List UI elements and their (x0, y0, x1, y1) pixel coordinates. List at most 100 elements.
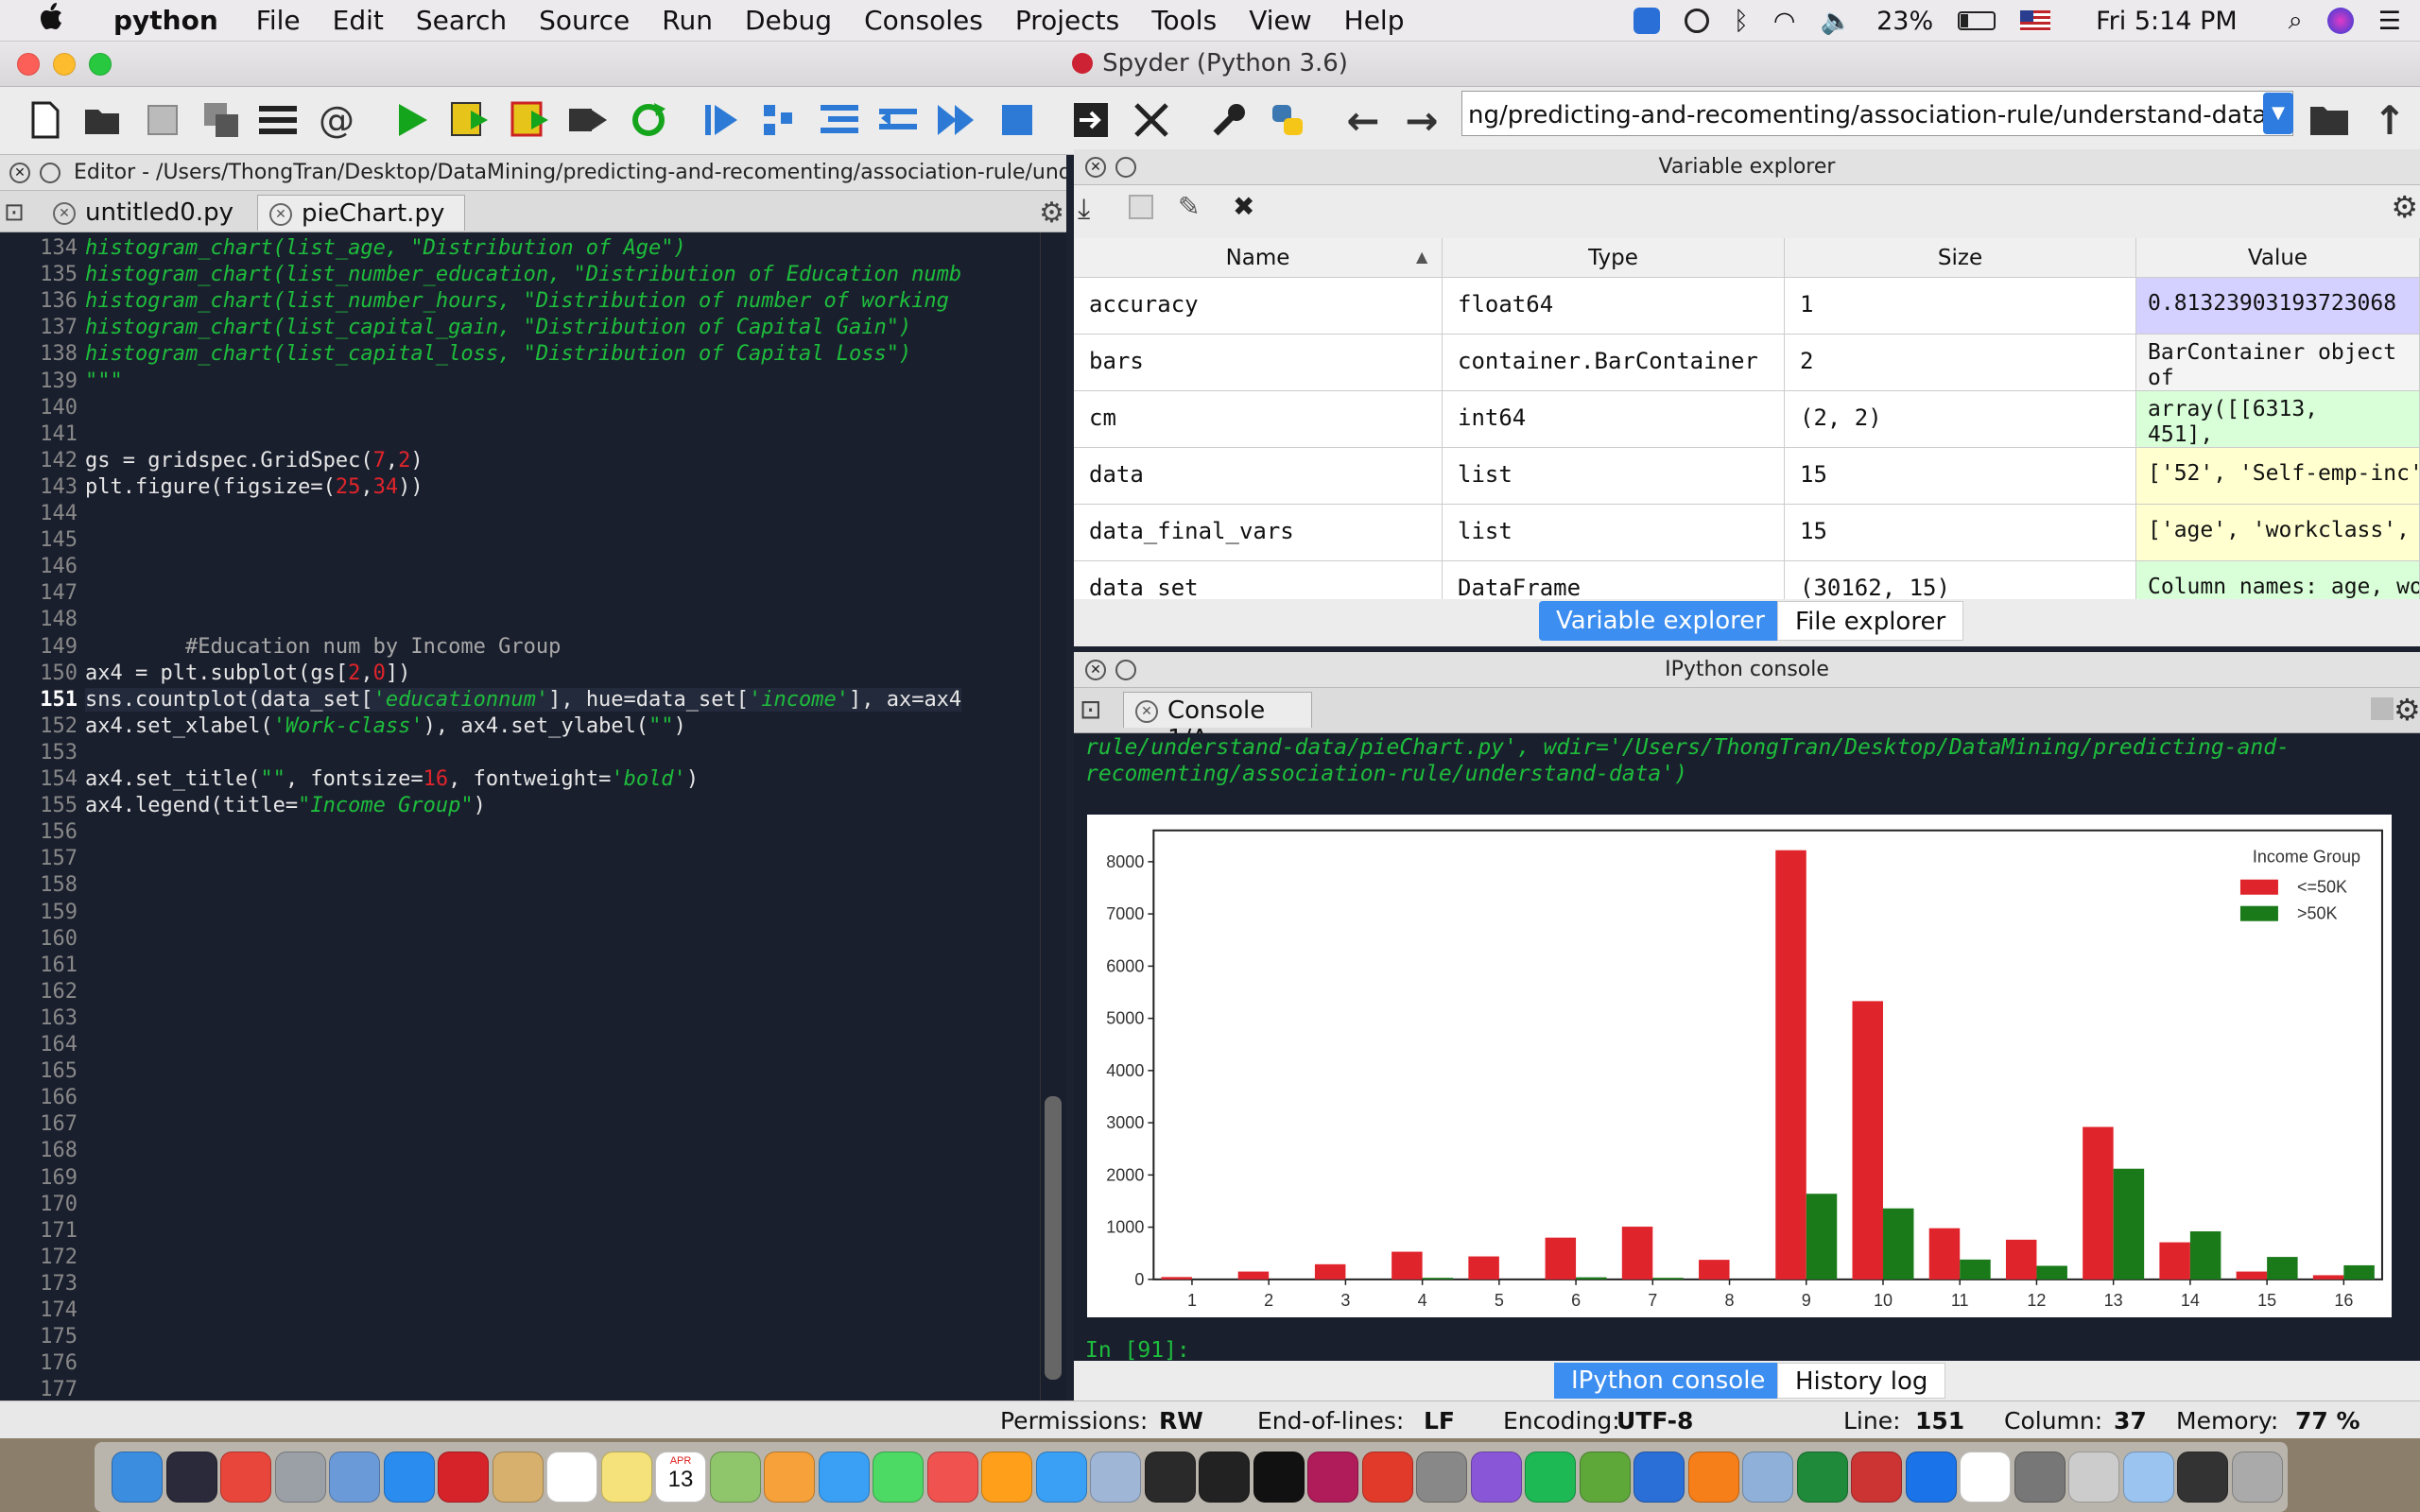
tab-file-explorer[interactable]: File explorer (1777, 601, 1964, 641)
console-options-gear-icon[interactable]: ⚙ (2394, 692, 2420, 728)
variable-name-cell[interactable]: data (1074, 448, 1443, 505)
new-file-icon[interactable] (25, 96, 66, 144)
step-icon[interactable] (758, 96, 800, 144)
run-file-icon[interactable] (391, 96, 433, 144)
clock[interactable]: Fri 5:14 PM (2096, 7, 2238, 36)
dock-app-icon[interactable] (1742, 1452, 1793, 1503)
variable-type-cell[interactable]: int64 (1443, 391, 1785, 448)
open-file-icon[interactable] (81, 96, 123, 144)
forward-arrow-icon[interactable]: → (1401, 96, 1443, 144)
browse-directory-icon[interactable] (2308, 96, 2350, 144)
find-text-icon[interactable]: @ (316, 96, 357, 144)
variable-name-cell[interactable]: data_final_vars (1074, 505, 1443, 561)
dock-app-icon[interactable] (1144, 1452, 1196, 1503)
code-line[interactable]: plt.figure(figsize=(25,34)) (85, 475, 424, 499)
variable-size-cell[interactable]: 15 (1785, 505, 2136, 561)
close-tab-icon[interactable]: ✕ (269, 203, 292, 226)
menu-help[interactable]: Help (1344, 5, 1405, 36)
step-into-icon[interactable] (819, 96, 860, 144)
variable-value-cell[interactable]: Column names: age, workclass,… (2136, 561, 2420, 599)
debug-icon[interactable] (700, 96, 741, 144)
menu-edit[interactable]: Edit (333, 5, 384, 36)
preferences-wrench-icon[interactable] (1208, 96, 1250, 144)
dock-app-icon[interactable] (438, 1452, 489, 1503)
fullscreen-icon[interactable] (1131, 96, 1172, 144)
variable-type-cell[interactable]: container.BarContainer (1443, 335, 1785, 391)
dock-app-icon[interactable] (1307, 1452, 1358, 1503)
parent-directory-icon[interactable]: ↑ (2369, 96, 2411, 144)
dock-app-icon[interactable] (764, 1452, 815, 1503)
variable-value-cell[interactable]: BarContainer object of matplotlib.contai… (2136, 335, 2420, 391)
menu-projects[interactable]: Projects (1015, 5, 1119, 36)
dock-app-icon[interactable] (600, 1452, 652, 1503)
stop-debug-icon[interactable] (996, 96, 1038, 144)
menu-debug[interactable]: Debug (745, 5, 832, 36)
undock-pane-icon[interactable] (40, 163, 60, 183)
dock-app-icon[interactable] (1851, 1452, 1902, 1503)
console-prompt[interactable]: In [91]: (1085, 1338, 1190, 1361)
us-flag-icon[interactable] (2020, 10, 2051, 31)
code-line[interactable]: #Education num by Income Group (85, 635, 561, 659)
dock-app-icon[interactable] (1525, 1452, 1576, 1503)
tab-piechart[interactable]: ✕ pieChart.py (257, 195, 465, 231)
variable-size-cell[interactable]: (30162, 15) (1785, 561, 2136, 599)
siri-icon[interactable] (2326, 8, 2354, 34)
dock-app-icon[interactable] (546, 1452, 597, 1503)
dock-app-icon[interactable] (1253, 1452, 1305, 1503)
close-pane-icon[interactable]: ✕ (9, 163, 30, 183)
options-gear-icon[interactable]: ⚙ (2391, 189, 2418, 225)
run-cell-icon[interactable] (450, 96, 492, 144)
dock-app-icon[interactable] (2177, 1452, 2228, 1503)
dock-app-icon[interactable] (2068, 1452, 2119, 1503)
dock-app-icon[interactable] (1090, 1452, 1141, 1503)
dock-app-icon[interactable] (1416, 1452, 1467, 1503)
interrupt-kernel-icon[interactable] (2371, 697, 2394, 720)
notification-center-icon[interactable]: ☰ (2378, 7, 2401, 36)
column-header[interactable]: Value (2136, 238, 2420, 278)
dock-app-icon[interactable] (1960, 1452, 2011, 1503)
code-line[interactable]: histogram_chart(list_capital_gain, "Dist… (85, 316, 911, 339)
tab-variable-explorer[interactable]: Variable explorer (1539, 601, 1782, 641)
close-pane-icon[interactable]: ✕ (1085, 157, 1106, 178)
variable-name-cell[interactable]: cm (1074, 391, 1443, 448)
save-data-as-icon[interactable]: ✎ (1178, 191, 1200, 222)
menu-view[interactable]: View (1249, 5, 1311, 36)
rerun-icon[interactable] (628, 96, 669, 144)
dock-app-icon[interactable] (1634, 1452, 1685, 1503)
undock-pane-icon[interactable] (1115, 660, 1136, 680)
code-line[interactable]: """ (85, 369, 123, 393)
save-all-icon[interactable] (200, 96, 242, 144)
teamviewer-icon[interactable] (1633, 8, 1660, 34)
continue-icon[interactable] (936, 96, 977, 144)
close-tab-icon[interactable]: ✕ (1135, 700, 1158, 723)
run-cell-advance-icon[interactable] (510, 96, 552, 144)
python-path-manager-icon[interactable] (1267, 96, 1308, 144)
code-line[interactable]: ax4.set_title("", fontsize=16, fontweigh… (85, 767, 699, 791)
wifi-icon[interactable]: ◠ (1773, 7, 1796, 36)
menu-run[interactable]: Run (662, 5, 713, 36)
scrollbar-thumb[interactable] (1045, 1096, 1062, 1380)
variable-value-cell[interactable]: ['52', 'Self-emp-inc', '28792… (2136, 448, 2420, 505)
dock-app-icon[interactable] (112, 1452, 163, 1503)
battery-icon[interactable] (1958, 11, 1996, 30)
code-line[interactable]: histogram_chart(list_number_hours, "Dist… (85, 289, 949, 313)
save-data-icon[interactable] (1129, 195, 1153, 219)
code-line[interactable]: ax4 = plt.subplot(gs[2,0]) (85, 662, 410, 685)
dock-app-icon[interactable] (1905, 1452, 1957, 1503)
dock-app-icon[interactable] (2014, 1452, 2066, 1503)
variable-value-cell[interactable]: array([[6313, 451], [1247, 1038]]) (2136, 391, 2420, 448)
variable-type-cell[interactable]: list (1443, 448, 1785, 505)
dock-app-icon[interactable]: APR 13 (655, 1452, 706, 1503)
dock-app-icon[interactable] (383, 1452, 435, 1503)
close-pane-icon[interactable]: ✕ (1085, 660, 1106, 680)
dock-app-icon[interactable] (274, 1452, 326, 1503)
bluetooth-icon[interactable]: ᛒ (1734, 7, 1749, 36)
code-line[interactable]: histogram_chart(list_capital_loss, "Dist… (85, 342, 911, 366)
dock-app-icon[interactable] (492, 1452, 544, 1503)
console-output[interactable]: rule/understand-data/pieChart.py', wdir=… (1074, 733, 2420, 1361)
dock-app-icon[interactable] (1687, 1452, 1739, 1503)
close-tab-icon[interactable]: ✕ (53, 202, 76, 225)
tab-console-1a[interactable]: ✕Console 1/A (1123, 692, 1312, 753)
file-list-icon[interactable] (257, 96, 299, 144)
tab-ipython-console[interactable]: IPython console (1554, 1363, 1783, 1399)
